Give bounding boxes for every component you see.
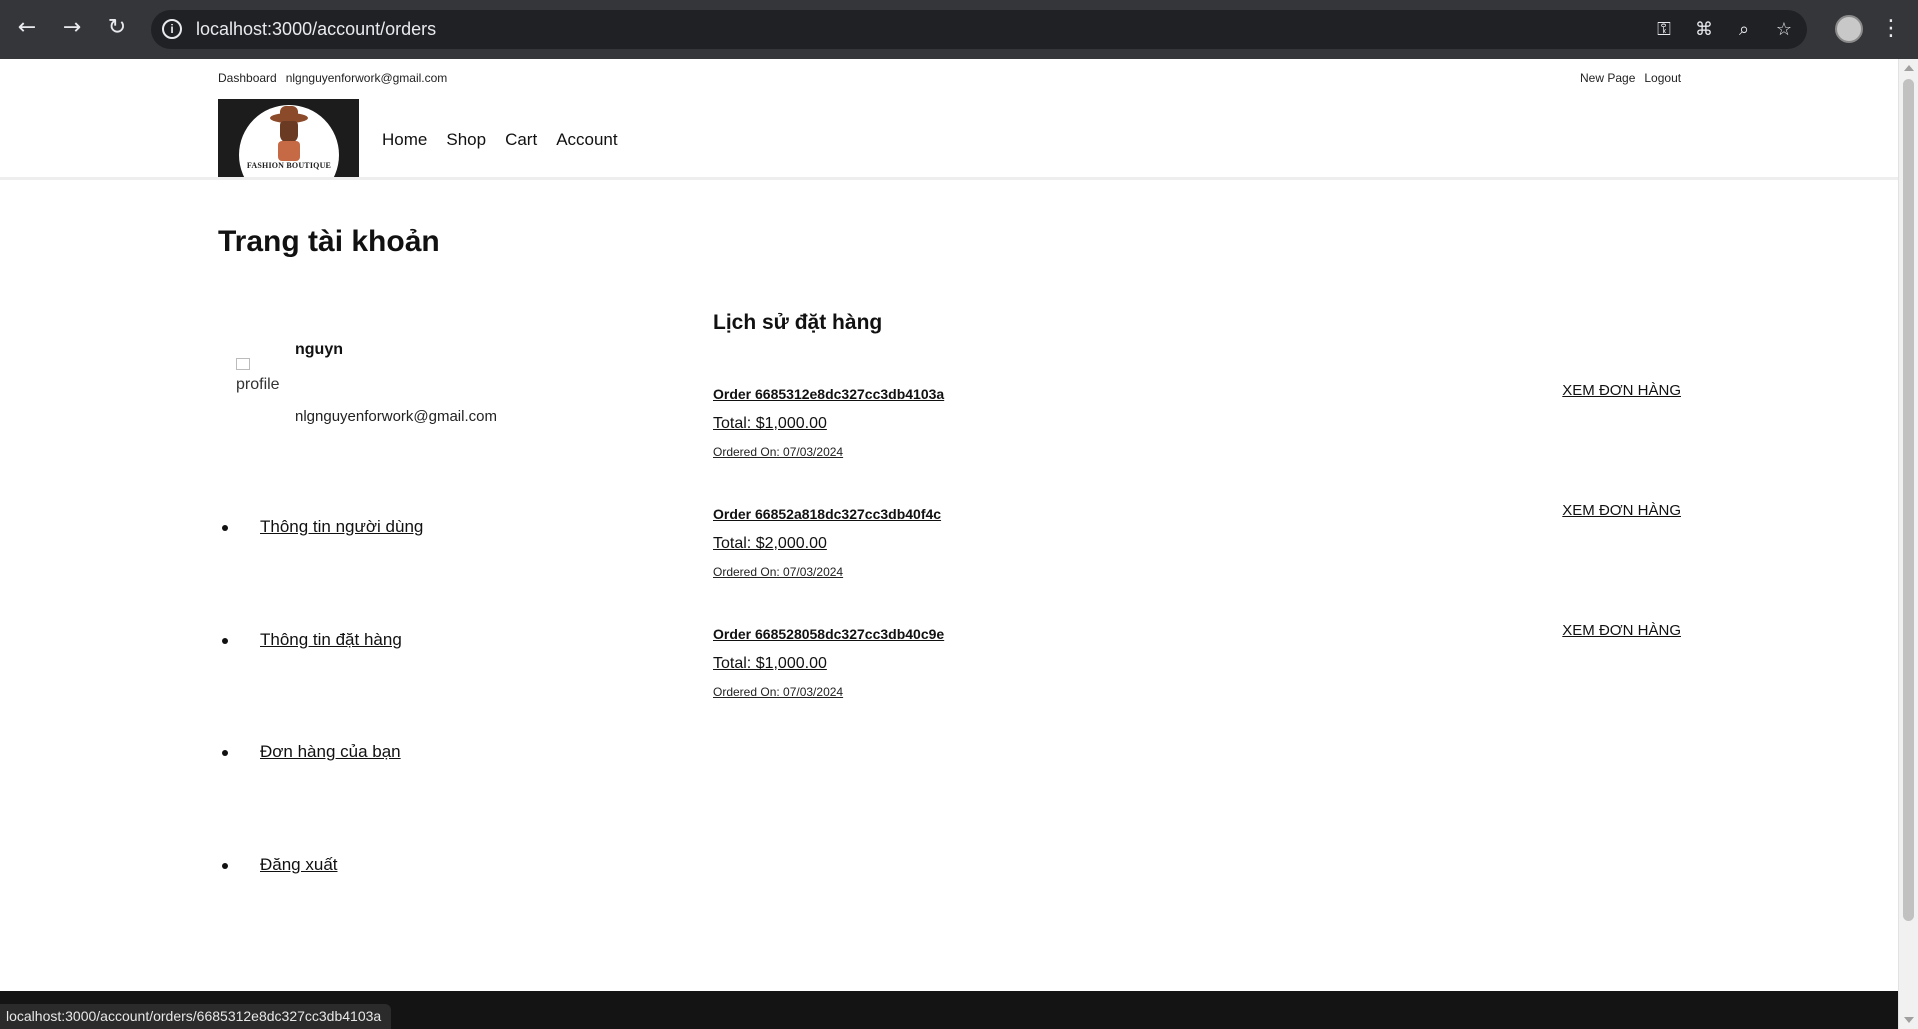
main-nav: Home Shop Cart Account: [382, 130, 637, 150]
dashboard-link[interactable]: Dashboard: [218, 71, 277, 85]
page-viewport: Dashboard nlgnguyenforwork@gmail.com New …: [0, 59, 1898, 991]
page-scrollbar[interactable]: [1898, 59, 1918, 1029]
order-date[interactable]: Ordered On: 07/03/2024: [713, 445, 843, 459]
order-id-link[interactable]: Order 66852a818dc327cc3db40f4c: [713, 506, 941, 522]
logo-hair: [280, 121, 298, 143]
profile-name: nguyn: [295, 341, 343, 358]
order-date[interactable]: Ordered On: 07/03/2024: [713, 685, 843, 699]
order-total[interactable]: Total: $1,000.00: [713, 415, 827, 433]
bullet: [222, 863, 228, 869]
order-total[interactable]: Total: $1,000.00: [713, 655, 827, 673]
bookmark-star-icon[interactable]: ☆: [1771, 18, 1797, 42]
nav-home[interactable]: Home: [382, 130, 427, 149]
logout-link[interactable]: Logout: [1644, 71, 1681, 85]
bullet: [222, 638, 228, 644]
browser-profile-avatar[interactable]: [1835, 15, 1863, 43]
side-menu-link[interactable]: Thông tin người dùng: [260, 517, 423, 537]
side-menu-link[interactable]: Đơn hàng của bạn: [260, 742, 401, 762]
translate-icon[interactable]: ⌘: [1691, 18, 1717, 42]
logo-figure: [278, 141, 300, 161]
reload-icon[interactable]: ↻: [102, 13, 132, 43]
scroll-down-arrow-icon[interactable]: [1904, 1017, 1914, 1023]
top-strip-right: New Page Logout: [1580, 71, 1681, 85]
logo-brand-text: FASHION BOUTIQUE: [246, 161, 332, 170]
side-menu-link[interactable]: Đăng xuất: [260, 855, 338, 875]
nav-shop[interactable]: Shop: [446, 130, 486, 149]
forward-arrow-icon[interactable]: →: [57, 13, 87, 43]
view-order-link[interactable]: XEM ĐƠN HÀNG: [1562, 502, 1681, 519]
site-info-icon[interactable]: i: [162, 19, 182, 39]
site-logo[interactable]: FASHION BOUTIQUE: [218, 99, 359, 178]
logo-hat-crown: [280, 106, 298, 118]
view-order-link[interactable]: XEM ĐƠN HÀNG: [1562, 382, 1681, 399]
scroll-up-arrow-icon[interactable]: [1904, 65, 1914, 71]
order-id-link[interactable]: Order 668528058dc327cc3db40c9e: [713, 626, 944, 642]
order-id-link[interactable]: Order 6685312e8dc327cc3db4103a: [713, 386, 944, 402]
zoom-icon[interactable]: ⌕: [1731, 18, 1757, 42]
address-bar-url[interactable]: localhost:3000/account/orders: [196, 19, 436, 40]
key-icon[interactable]: ⚿: [1651, 18, 1677, 42]
broken-image-icon: [236, 358, 250, 370]
nav-cart[interactable]: Cart: [505, 130, 537, 149]
new-page-link[interactable]: New Page: [1580, 71, 1635, 85]
browser-menu-icon[interactable]: ⋮: [1880, 14, 1902, 44]
profile-image: profile: [236, 358, 296, 394]
order-date[interactable]: Ordered On: 07/03/2024: [713, 565, 843, 579]
profile-image-alt: profile: [236, 376, 280, 393]
orders-section-title: Lịch sử đặt hàng: [713, 311, 883, 334]
link-status-tooltip: localhost:3000/account/orders/6685312e8d…: [0, 1004, 392, 1029]
browser-toolbar: ← → ↻ i localhost:3000/account/orders ⚿ …: [0, 0, 1918, 59]
nav-account[interactable]: Account: [556, 130, 617, 149]
profile-email: nlgnguyenforwork@gmail.com: [295, 408, 497, 425]
page-title: Trang tài khoản: [218, 225, 440, 258]
bullet: [222, 525, 228, 531]
view-order-link[interactable]: XEM ĐƠN HÀNG: [1562, 622, 1681, 639]
top-strip-email: nlgnguyenforwork@gmail.com: [285, 71, 448, 85]
top-strip-left: Dashboard nlgnguyenforwork@gmail.com: [218, 71, 456, 85]
address-bar[interactable]: i localhost:3000/account/orders ⚿ ⌘ ⌕ ☆: [151, 10, 1807, 49]
bullet: [222, 750, 228, 756]
back-arrow-icon[interactable]: ←: [12, 13, 42, 43]
scrollbar-thumb[interactable]: [1903, 79, 1914, 921]
header-divider: [0, 177, 1898, 180]
side-menu-link[interactable]: Thông tin đặt hàng: [260, 630, 402, 650]
order-total[interactable]: Total: $2,000.00: [713, 535, 827, 553]
